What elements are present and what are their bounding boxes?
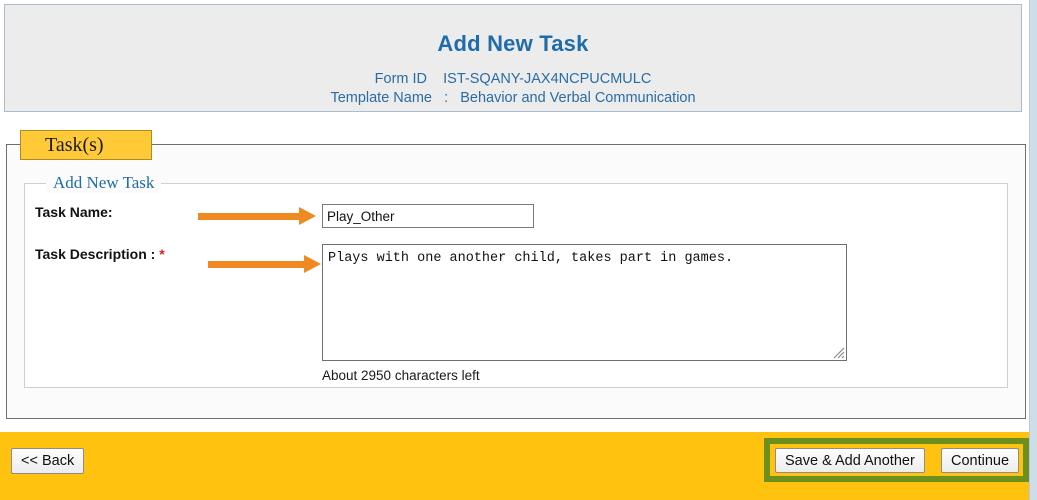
add-new-task-legend: Add New Task xyxy=(46,173,162,193)
page-edge-scrollbar-strip[interactable] xyxy=(1029,0,1037,500)
characters-left-text: About 2950 characters left xyxy=(322,368,480,383)
save-and-add-another-button[interactable]: Save & Add Another xyxy=(775,448,925,473)
form-meta: Form ID IST-SQANY-JAX4NCPUCMULC Template… xyxy=(5,70,1021,108)
task-description-label: Task Description : * xyxy=(35,246,165,262)
continue-button[interactable]: Continue xyxy=(941,448,1020,473)
tab-tasks[interactable]: Task(s) xyxy=(20,130,152,160)
task-name-input[interactable] xyxy=(322,204,534,228)
arrow-shaft xyxy=(198,213,299,220)
back-button[interactable]: << Back xyxy=(11,448,85,474)
task-description-textarea[interactable] xyxy=(322,244,847,361)
template-name-value: Behavior and Verbal Communication xyxy=(460,90,696,106)
page-title: Add New Task xyxy=(437,31,589,56)
task-name-label: Task Name: xyxy=(35,204,113,220)
template-name-separator: : xyxy=(444,90,449,106)
arrow-shaft xyxy=(208,261,304,268)
form-id-value: IST-SQANY-JAX4NCPUCMULC xyxy=(443,71,652,87)
arrow-head xyxy=(299,207,316,225)
required-asterisk: * xyxy=(159,246,165,262)
page-root: Add New Task Form ID IST-SQANY-JAX4NCPUC… xyxy=(0,0,1037,500)
task-description-label-text: Task Description : xyxy=(35,246,156,262)
annotation-arrow-task-name-icon xyxy=(198,205,316,227)
page-header-panel: Add New Task Form ID IST-SQANY-JAX4NCPUC… xyxy=(4,4,1022,112)
template-name-row: Template Name : Behavior and Verbal Comm… xyxy=(5,89,1021,108)
arrow-head xyxy=(304,255,321,273)
annotation-arrow-task-description-icon xyxy=(208,253,321,275)
form-id-row: Form ID IST-SQANY-JAX4NCPUCMULC xyxy=(5,70,1021,89)
template-name-label: Template Name xyxy=(330,90,432,106)
form-id-label: Form ID xyxy=(374,71,428,87)
